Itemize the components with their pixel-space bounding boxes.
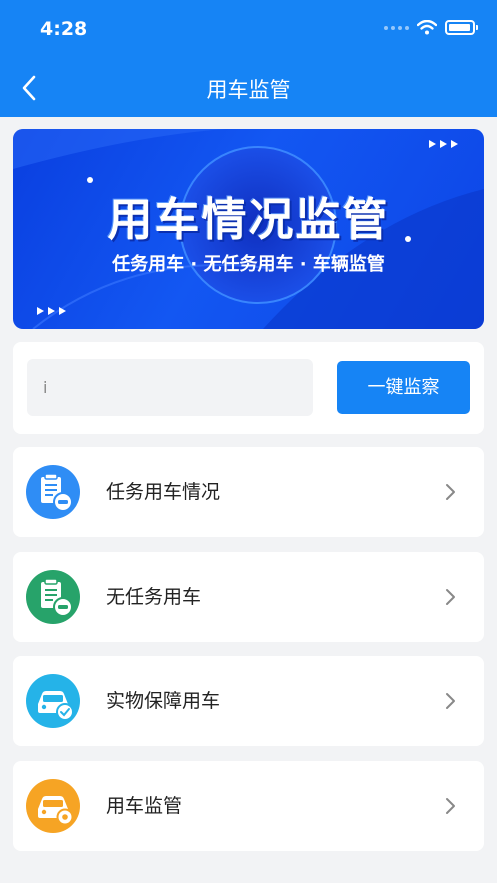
no-task-vehicle-icon [26, 570, 80, 624]
navigation-bar: 4:28 用车监管 [0, 0, 497, 117]
page-title: 用车监管 [206, 78, 291, 102]
chevron-right-icon [446, 798, 455, 814]
signal-icon [384, 25, 409, 30]
menu-item-task-vehicle[interactable]: 任务用车情况 [13, 447, 484, 537]
status-icons [384, 20, 478, 35]
banner-arrows-bottom [37, 307, 66, 315]
battery-icon [445, 20, 478, 35]
menu-item-label: 用车监管 [106, 795, 183, 817]
menu-item-label: 无任务用车 [106, 586, 202, 608]
banner-subtitle: 任务用车 · 无任务用车 · 车辆监管 [112, 254, 385, 275]
menu-item-vehicle-supervision[interactable]: 用车监管 [13, 761, 484, 851]
banner-arrows-top [429, 140, 458, 148]
task-vehicle-icon [26, 465, 80, 519]
status-time: 4:28 [40, 18, 88, 40]
search-input[interactable] [27, 359, 313, 416]
banner-title: 用车情况监管 [107, 193, 390, 246]
menu-item-no-task-vehicle[interactable]: 无任务用车 [13, 552, 484, 642]
menu-item-label: 实物保障用车 [106, 690, 221, 712]
chevron-right-icon [446, 484, 455, 500]
promo-banner: 用车情况监管 任务用车 · 无任务用车 · 车辆监管 [13, 129, 484, 329]
chevron-right-icon [446, 693, 455, 709]
vehicle-settings-icon [26, 779, 80, 833]
vehicle-check-icon [26, 674, 80, 728]
wifi-icon [417, 20, 437, 35]
menu-item-label: 任务用车情况 [106, 481, 221, 503]
search-card: 一键监察 [13, 342, 484, 434]
menu-item-material-vehicle[interactable]: 实物保障用车 [13, 656, 484, 746]
inspect-button[interactable]: 一键监察 [337, 361, 470, 414]
chevron-right-icon [446, 589, 455, 605]
